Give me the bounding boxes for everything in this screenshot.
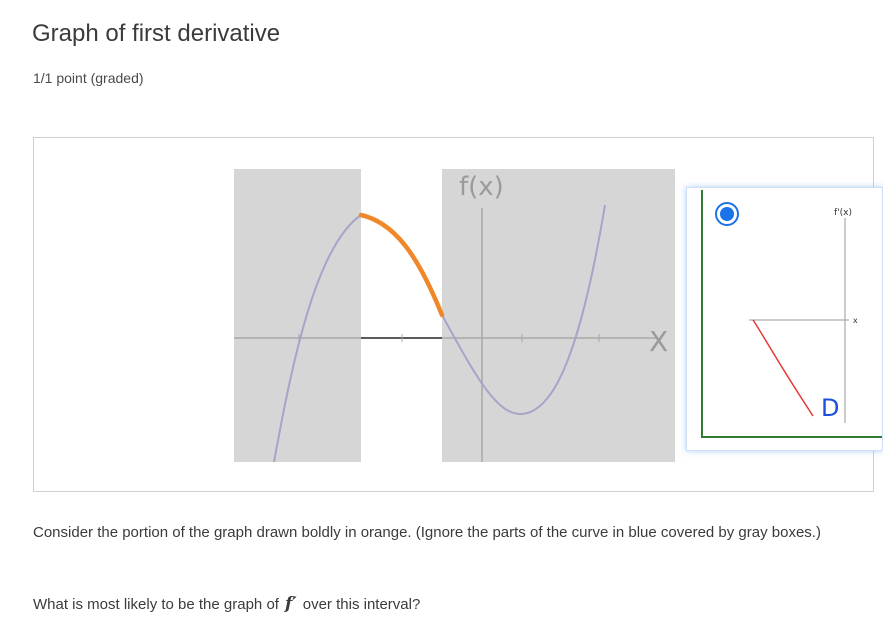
mini-x-label: x [853, 316, 858, 325]
question-text: Consider the portion of the graph drawn … [33, 524, 821, 541]
derivative-axis-label: f'(x) [834, 208, 852, 218]
prompt-after: over this interval? [302, 596, 421, 613]
gray-cover-box-right [442, 169, 675, 462]
derivative-curve [752, 319, 814, 417]
function-curve-highlight [358, 212, 445, 318]
problem-title: Graph of first derivative [32, 20, 281, 47]
derivative-graph-option: f'(x) x D [749, 208, 858, 423]
option-letter: D [821, 394, 839, 422]
points-status: 1/1 point (graded) [33, 70, 144, 86]
answer-option-d[interactable]: f'(x) x D [686, 187, 883, 451]
gray-cover-box-left [234, 169, 361, 462]
prompt-before: What is most likely to be the graph of [33, 596, 279, 613]
question-prompt: What is most likely to be the graph of f′… [33, 594, 420, 614]
x-axis-label: X [649, 325, 668, 358]
function-label: f(x) [459, 172, 504, 202]
f-prime-symbol: f′ [284, 594, 297, 614]
